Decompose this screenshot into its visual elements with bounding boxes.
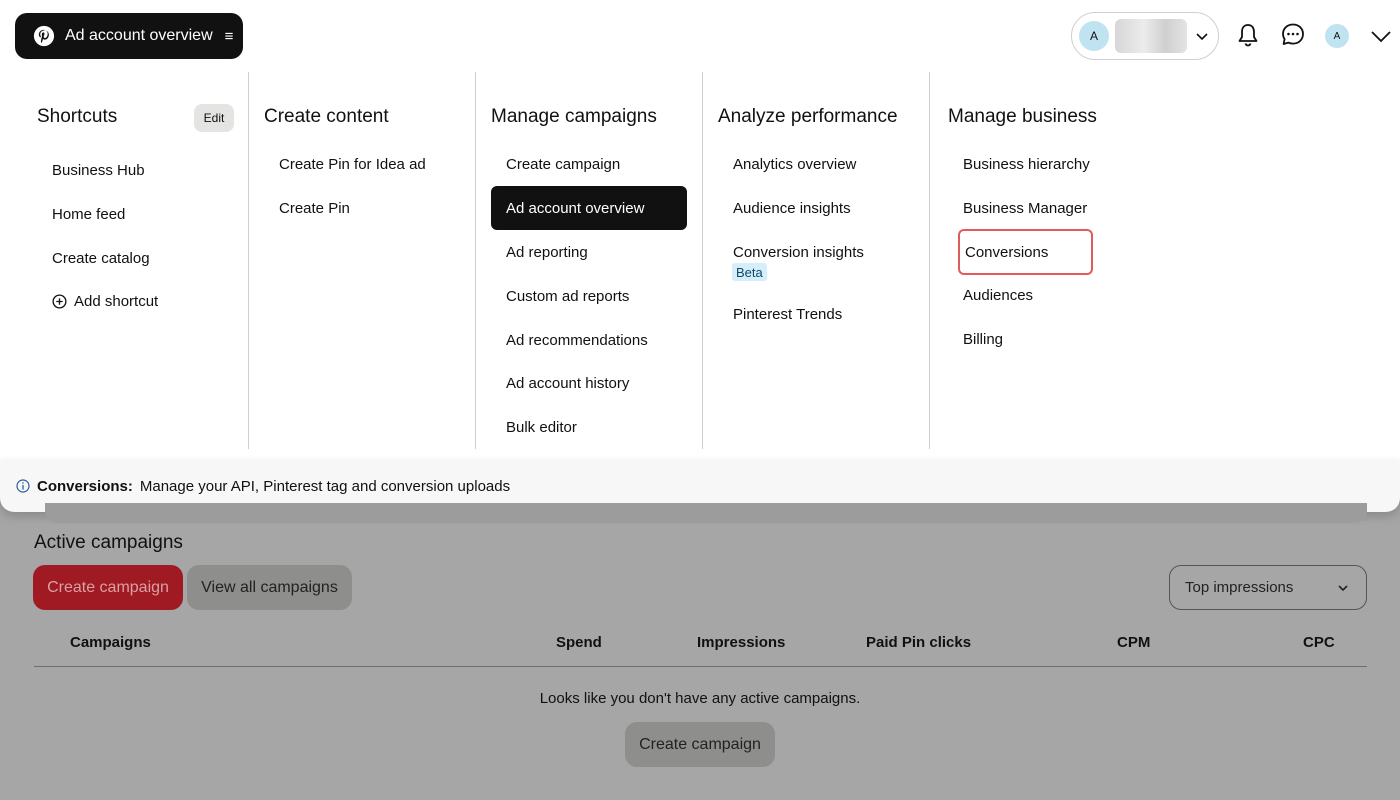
manage-business-column: Manage business Business hierarchy Busin…: [930, 72, 1190, 449]
sort-by-select[interactable]: Top impressions: [1169, 565, 1367, 610]
menu-item-business-manager[interactable]: Business Manager: [948, 186, 1087, 230]
column-header-spend[interactable]: Spend: [556, 634, 602, 651]
menu-item-ad-account-history[interactable]: Ad account history: [491, 361, 687, 405]
menu-item-billing[interactable]: Billing: [948, 317, 1003, 361]
manage-business-title: Manage business: [948, 106, 1097, 127]
table-header-divider: [34, 666, 1367, 667]
nav-label: Ad account overview: [65, 27, 213, 44]
bell-icon[interactable]: [1236, 22, 1260, 48]
account-menu-chevron-icon[interactable]: [1370, 26, 1392, 46]
column-header-cpc[interactable]: CPC: [1303, 634, 1335, 651]
info-icon: [16, 479, 30, 493]
edit-shortcuts-button[interactable]: Edit: [194, 104, 234, 132]
account-avatar: A: [1079, 21, 1109, 51]
menu-item-custom-ad-reports[interactable]: Custom ad reports: [491, 274, 687, 318]
description-title: Conversions:: [37, 477, 133, 495]
menu-item-pinterest-trends[interactable]: Pinterest Trends: [718, 292, 842, 336]
pinterest-logo-icon: [33, 25, 55, 47]
shortcuts-title: Shortcuts: [37, 106, 118, 127]
shortcut-create-catalog[interactable]: Create catalog: [37, 236, 150, 280]
menu-item-ad-reporting[interactable]: Ad reporting: [491, 230, 687, 274]
menu-item-conversions[interactable]: Conversions: [958, 229, 1093, 275]
column-header-impressions[interactable]: Impressions: [697, 634, 785, 651]
background-card-edge: [45, 503, 1367, 523]
manage-campaigns-column: Manage campaigns Create campaign Ad acco…: [476, 72, 703, 449]
shortcuts-column: Shortcuts Edit Business Hub Home feed Cr…: [0, 72, 249, 449]
sort-by-label: Top impressions: [1185, 579, 1294, 596]
menu-item-audiences[interactable]: Audiences: [948, 273, 1033, 317]
chat-icon[interactable]: [1281, 22, 1305, 48]
top-bar: Ad account overview ≡ A A: [0, 0, 1400, 72]
menu-item-ad-account-overview[interactable]: Ad account overview: [491, 186, 687, 230]
navigation-menu-panel: Shortcuts Edit Business Hub Home feed Cr…: [0, 72, 1400, 460]
analyze-performance-title: Analyze performance: [718, 106, 898, 127]
beta-badge: Beta: [732, 263, 767, 281]
shortcut-business-hub[interactable]: Business Hub: [37, 148, 145, 192]
add-shortcut-button[interactable]: Add shortcut: [37, 279, 158, 323]
column-header-campaigns[interactable]: Campaigns: [70, 634, 151, 651]
account-name-redacted: [1115, 19, 1187, 53]
account-switcher[interactable]: A: [1071, 12, 1219, 60]
menu-item-audience-insights[interactable]: Audience insights: [718, 186, 851, 230]
view-all-campaigns-button[interactable]: View all campaigns: [187, 565, 352, 610]
create-content-title: Create content: [264, 106, 389, 127]
manage-campaigns-title: Manage campaigns: [491, 106, 657, 127]
active-campaigns-title: Active campaigns: [34, 532, 183, 553]
description-text: Manage your API, Pinterest tag and conve…: [139, 477, 511, 495]
menu-item-create-pin-for-idea-ad[interactable]: Create Pin for Idea ad: [264, 142, 426, 186]
menu-item-analytics-overview[interactable]: Analytics overview: [718, 142, 856, 186]
empty-state-create-campaign-button[interactable]: Create campaign: [625, 722, 775, 767]
menu-item-business-hierarchy[interactable]: Business hierarchy: [948, 142, 1090, 186]
user-avatar[interactable]: A: [1325, 24, 1349, 48]
ad-account-overview-menu-button[interactable]: Ad account overview ≡: [15, 13, 243, 59]
add-circle-icon: [52, 293, 67, 309]
menu-item-create-pin[interactable]: Create Pin: [264, 186, 350, 230]
menu-icon: ≡: [224, 27, 234, 45]
column-header-paid-pin-clicks[interactable]: Paid Pin clicks: [866, 634, 971, 651]
chevron-down-icon: [1338, 585, 1348, 592]
empty-campaigns-message: Looks like you don't have any active cam…: [539, 690, 861, 707]
column-header-cpm[interactable]: CPM: [1117, 634, 1150, 651]
chevron-down-icon: [1196, 33, 1208, 41]
menu-item-bulk-editor[interactable]: Bulk editor: [491, 405, 687, 449]
add-shortcut-label: Add shortcut: [74, 292, 159, 310]
analyze-performance-column: Analyze performance Analytics overview A…: [703, 72, 930, 449]
create-campaign-button[interactable]: Create campaign: [33, 565, 183, 610]
shortcut-home-feed[interactable]: Home feed: [37, 192, 125, 236]
menu-item-ad-recommendations[interactable]: Ad recommendations: [491, 318, 687, 362]
menu-item-create-campaign[interactable]: Create campaign: [491, 142, 687, 186]
create-content-column: Create content Create Pin for Idea ad Cr…: [249, 72, 476, 449]
